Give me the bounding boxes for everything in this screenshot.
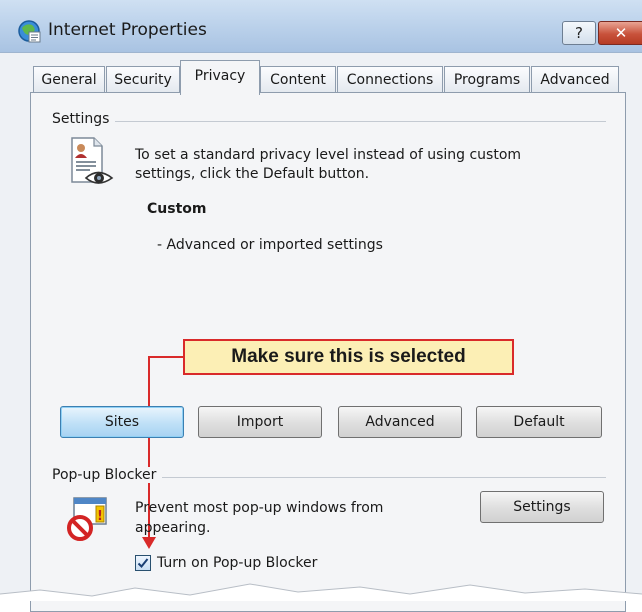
settings-description-line1: To set a standard privacy level instead … [135,147,522,163]
tab-advanced[interactable]: Advanced [531,66,619,92]
internet-explorer-icon [18,20,41,43]
settings-group-line [52,121,606,122]
sites-button[interactable]: Sites [60,406,184,438]
popup-settings-button[interactable]: Settings [480,491,604,523]
popup-blocker-icon: ! [67,497,107,541]
popup-blocker-group-label: Pop-up Blocker [52,467,163,483]
close-button[interactable]: ✕ [598,21,642,45]
tab-connections[interactable]: Connections [337,66,443,92]
title-bar[interactable]: Internet Properties ? ✕ [0,0,642,53]
popup-blocker-checkbox-label[interactable]: Turn on Pop-up Blocker [157,555,317,571]
window-title: Internet Properties [48,20,207,40]
default-button[interactable]: Default [476,406,602,438]
torn-page-edge [0,583,642,601]
tab-general[interactable]: General [33,66,105,92]
tab-security[interactable]: Security [106,66,180,92]
tab-privacy[interactable]: Privacy [180,60,260,95]
advanced-button[interactable]: Advanced [338,406,462,438]
tab-content[interactable]: Content [260,66,336,92]
privacy-level-title: Custom [147,201,207,217]
settings-description-line2: settings, click the Default button. [135,166,370,182]
popup-blocker-description-line1: Prevent most pop-up windows from [135,500,384,516]
popup-blocker-checkbox[interactable] [135,555,151,571]
callout-connector-horizontal [149,356,183,358]
internet-properties-dialog: Internet Properties ? ✕ General Security… [0,0,642,612]
privacy-level-detail: - Advanced or imported settings [157,237,383,253]
tab-strip: General Security Privacy Content Connect… [30,60,642,95]
callout-arrowhead [142,537,156,549]
instruction-callout: Make sure this is selected [183,339,514,375]
checkmark-icon [137,558,149,568]
help-button[interactable]: ? [562,21,596,45]
settings-group-label: Settings [52,111,116,127]
svg-text:!: ! [97,509,103,524]
import-button[interactable]: Import [198,406,322,438]
privacy-settings-icon [71,137,114,184]
tab-programs[interactable]: Programs [444,66,530,92]
popup-blocker-description-line2: appearing. [135,520,211,536]
